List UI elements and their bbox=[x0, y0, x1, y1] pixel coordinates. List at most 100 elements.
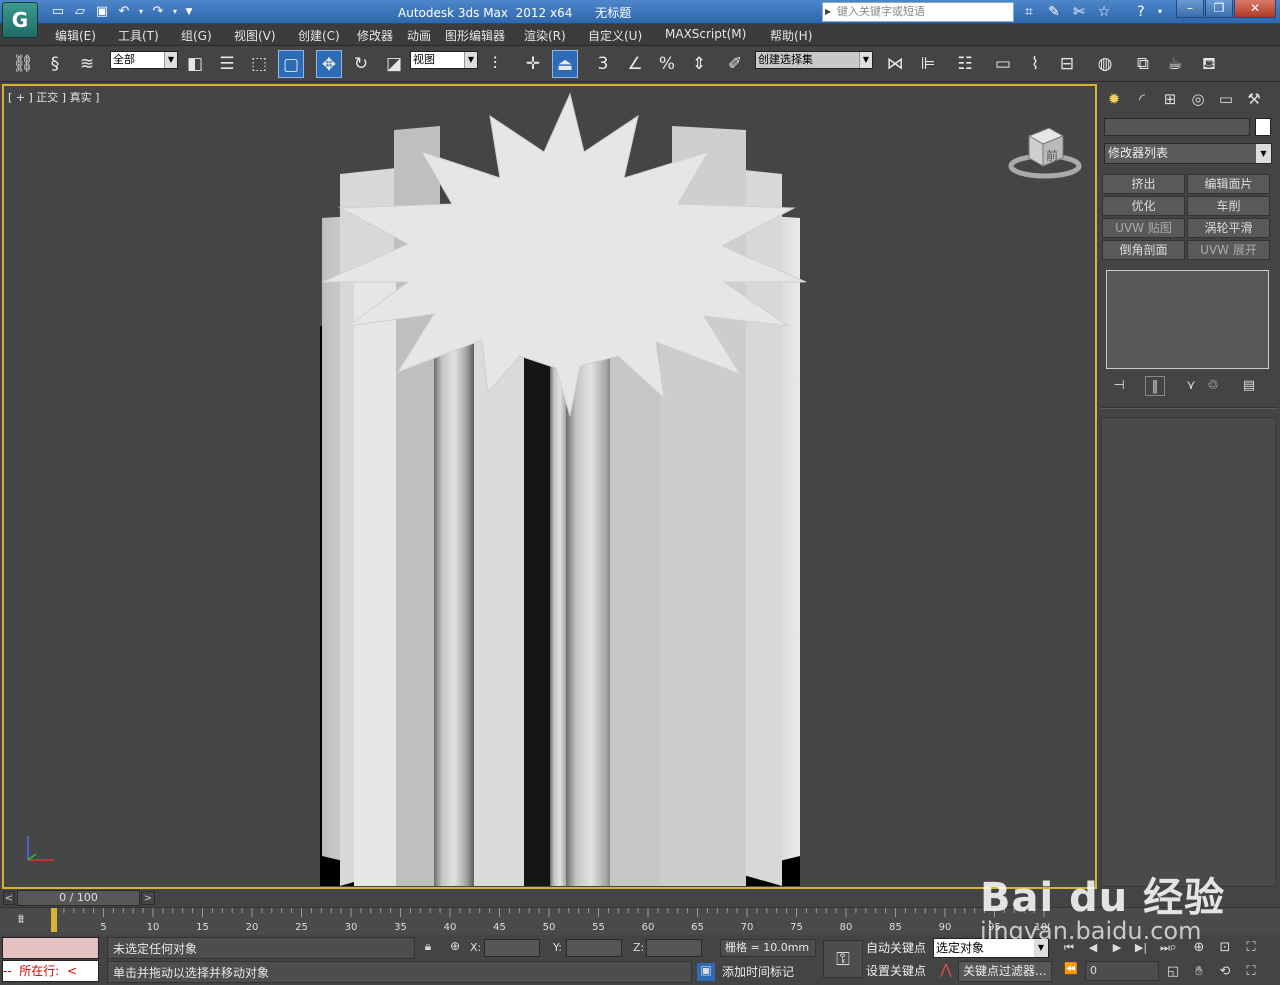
undo-dropdown-icon[interactable]: ▾ bbox=[136, 3, 146, 21]
select-and-move-icon[interactable]: ✥ bbox=[316, 50, 342, 78]
modifier-uvw-map-button[interactable]: UVW 贴图 bbox=[1102, 218, 1185, 238]
key-mode-toggle-icon[interactable]: ⏪ bbox=[1060, 962, 1082, 982]
absolute-mode-transform-icon[interactable]: ⊕ bbox=[446, 939, 464, 957]
previous-frame-icon[interactable]: ◀ bbox=[1082, 938, 1104, 958]
menu-maxscript[interactable]: MAXScript(M) bbox=[665, 27, 746, 41]
selection-filter-dropdown[interactable]: 全部 ▼ bbox=[110, 51, 178, 69]
new-file-icon[interactable]: ▭ bbox=[48, 3, 68, 21]
window-crossing-toggle-icon[interactable]: ▢ bbox=[278, 50, 304, 78]
manipulate-icon[interactable]: ✛ bbox=[520, 50, 546, 78]
perspective-viewport[interactable]: [ + ] 正交 ] 真实 ] 前 bbox=[2, 84, 1097, 889]
configure-modifier-sets-icon[interactable]: ▤ bbox=[1239, 376, 1259, 396]
menu-rendering[interactable]: 渲染(R) bbox=[524, 27, 566, 44]
help-dropdown-icon[interactable]: ▾ bbox=[1155, 2, 1165, 22]
time-slider-next-icon[interactable]: > bbox=[141, 891, 155, 905]
field-of-view-icon[interactable]: ◱ bbox=[1162, 962, 1184, 982]
redo-dropdown-icon[interactable]: ▾ bbox=[170, 3, 180, 21]
hierarchy-tab-icon[interactable]: ⊞ bbox=[1159, 88, 1181, 110]
key-filters-button[interactable]: 关键点过滤器... bbox=[958, 961, 1052, 982]
maxscript-listener-output[interactable] bbox=[2, 937, 99, 959]
orbit-icon[interactable]: ⟲ bbox=[1214, 962, 1236, 982]
communication-icon[interactable]: ✄ bbox=[1068, 2, 1090, 22]
auto-key-button[interactable]: 自动关键点 bbox=[866, 938, 926, 958]
play-icon[interactable]: ▶ bbox=[1106, 938, 1128, 958]
unlink-selection-icon[interactable]: § bbox=[42, 50, 68, 78]
lock-selection-icon[interactable]: 🔒︎ bbox=[420, 939, 436, 955]
menu-tools[interactable]: 工具(T) bbox=[118, 27, 159, 44]
select-and-scale-icon[interactable]: ◪ bbox=[381, 50, 407, 78]
rendered-frame-window-icon[interactable]: ☕ bbox=[1162, 50, 1188, 78]
search-input[interactable]: 键入关键字或短语 bbox=[822, 2, 1014, 22]
gear-cylinder-model[interactable] bbox=[4, 86, 1095, 887]
graphite-ribbon-icon[interactable]: ▭ bbox=[990, 50, 1016, 78]
modifier-extrude-button[interactable]: 挤出 bbox=[1102, 174, 1185, 194]
create-tab-icon[interactable]: ✹ bbox=[1103, 88, 1125, 110]
track-bar-ruler[interactable]: 0510152025303540455055606570758085909510… bbox=[50, 908, 1050, 936]
time-tag-icon[interactable]: ▣ bbox=[697, 963, 715, 981]
time-slider-thumb[interactable]: 0 / 100 bbox=[17, 890, 140, 906]
modifier-turbosmooth-button[interactable]: 涡轮平滑 bbox=[1187, 218, 1270, 238]
select-and-link-icon[interactable]: ⛓ bbox=[10, 50, 36, 78]
track-bar[interactable]: ⩩ 05101520253035404550556065707580859095… bbox=[0, 907, 1280, 935]
material-editor-icon[interactable]: ◍ bbox=[1092, 50, 1118, 78]
menu-views[interactable]: 视图(V) bbox=[234, 27, 276, 44]
modifier-optimize-button[interactable]: 优化 bbox=[1102, 196, 1185, 216]
modifier-lathe-button[interactable]: 车削 bbox=[1187, 196, 1270, 216]
close-button[interactable]: ✕ bbox=[1234, 0, 1276, 18]
help-icon[interactable]: ? bbox=[1130, 2, 1152, 22]
make-unique-icon[interactable]: ⋎ bbox=[1181, 376, 1201, 396]
default-in-out-tangent-icon[interactable]: ⋀ bbox=[936, 962, 956, 982]
mirror-icon[interactable]: ⋈ bbox=[882, 50, 908, 78]
current-frame-marker[interactable] bbox=[51, 908, 57, 932]
subscription-icon[interactable]: ✎ bbox=[1043, 2, 1065, 22]
snaps-toggle-icon[interactable]: 3 bbox=[590, 50, 616, 78]
menu-customize[interactable]: 自定义(U) bbox=[588, 27, 642, 44]
viewcube[interactable]: 前 bbox=[1007, 120, 1083, 180]
pan-view-icon[interactable]: ✋︎ bbox=[1188, 962, 1210, 982]
set-key-icon[interactable]: ⚿ bbox=[823, 940, 863, 978]
utilities-tab-icon[interactable]: ⚒ bbox=[1243, 88, 1265, 110]
go-to-start-icon[interactable]: ⏮ bbox=[1058, 938, 1080, 958]
menu-group[interactable]: 组(G) bbox=[181, 27, 212, 44]
rectangular-selection-icon[interactable]: ⬚ bbox=[246, 50, 272, 78]
minimize-button[interactable]: – bbox=[1176, 0, 1204, 18]
modifier-edit-patch-button[interactable]: 编辑面片 bbox=[1187, 174, 1270, 194]
key-mode-dropdown[interactable]: 选定对象 ▼ bbox=[933, 938, 1049, 958]
zoom-extents-icon[interactable]: ⊡ bbox=[1214, 938, 1236, 958]
remove-modifier-icon[interactable]: ♲ bbox=[1203, 376, 1223, 396]
select-object-icon[interactable]: ◧ bbox=[182, 50, 208, 78]
maximize-button[interactable]: ❐ bbox=[1205, 0, 1233, 18]
object-color-swatch[interactable] bbox=[1255, 118, 1271, 136]
edit-named-selection-icon[interactable]: ✐ bbox=[722, 50, 748, 78]
y-coordinate-field[interactable] bbox=[566, 939, 622, 957]
object-name-field[interactable] bbox=[1104, 118, 1250, 136]
modifier-stack[interactable] bbox=[1106, 270, 1269, 369]
motion-tab-icon[interactable]: ◎ bbox=[1187, 88, 1209, 110]
select-and-rotate-icon[interactable]: ↻ bbox=[348, 50, 374, 78]
render-setup-icon[interactable]: ⧉ bbox=[1130, 50, 1156, 78]
percent-snap-icon[interactable]: % bbox=[654, 50, 680, 78]
modify-tab-icon[interactable]: ◜ bbox=[1131, 88, 1153, 110]
time-slider[interactable]: < 0 / 100 > bbox=[0, 889, 1097, 907]
named-selection-dropdown[interactable]: 创建选择集 ▼ bbox=[755, 51, 873, 69]
bind-to-space-warp-icon[interactable]: ≋ bbox=[74, 50, 100, 78]
maxscript-mini-listener[interactable]: -- 所在行: < bbox=[2, 960, 99, 982]
angle-snap-icon[interactable]: ∠ bbox=[622, 50, 648, 78]
modifier-list-dropdown[interactable]: 修改器列表 ▼ bbox=[1104, 143, 1272, 164]
mini-curve-editor-icon[interactable]: ⩩ bbox=[10, 912, 32, 930]
menu-create[interactable]: 创建(C) bbox=[298, 27, 340, 44]
menu-edit[interactable]: 编辑(E) bbox=[55, 27, 96, 44]
customize-qat-icon[interactable]: ▼ bbox=[182, 3, 196, 21]
undo-icon[interactable]: ↶ bbox=[114, 3, 134, 21]
z-coordinate-field[interactable] bbox=[646, 939, 702, 957]
curve-editor-icon[interactable]: ⌇ bbox=[1022, 50, 1048, 78]
redo-icon[interactable]: ↷ bbox=[148, 3, 168, 21]
zoom-extents-all-icon[interactable]: ⛶ bbox=[1240, 938, 1262, 958]
zoom-icon[interactable]: ⌕ bbox=[1162, 938, 1184, 958]
spinner-snap-icon[interactable]: ⇕ bbox=[686, 50, 712, 78]
render-production-icon[interactable]: ⛾ bbox=[1196, 50, 1222, 78]
next-frame-icon[interactable]: ▶| bbox=[1130, 938, 1152, 958]
modifier-unwrap-uvw-button[interactable]: UVW 展开 bbox=[1187, 240, 1270, 260]
show-end-result-icon[interactable]: ‖ bbox=[1145, 376, 1165, 396]
keyboard-shortcut-override-icon[interactable]: ⏏ bbox=[552, 50, 578, 78]
